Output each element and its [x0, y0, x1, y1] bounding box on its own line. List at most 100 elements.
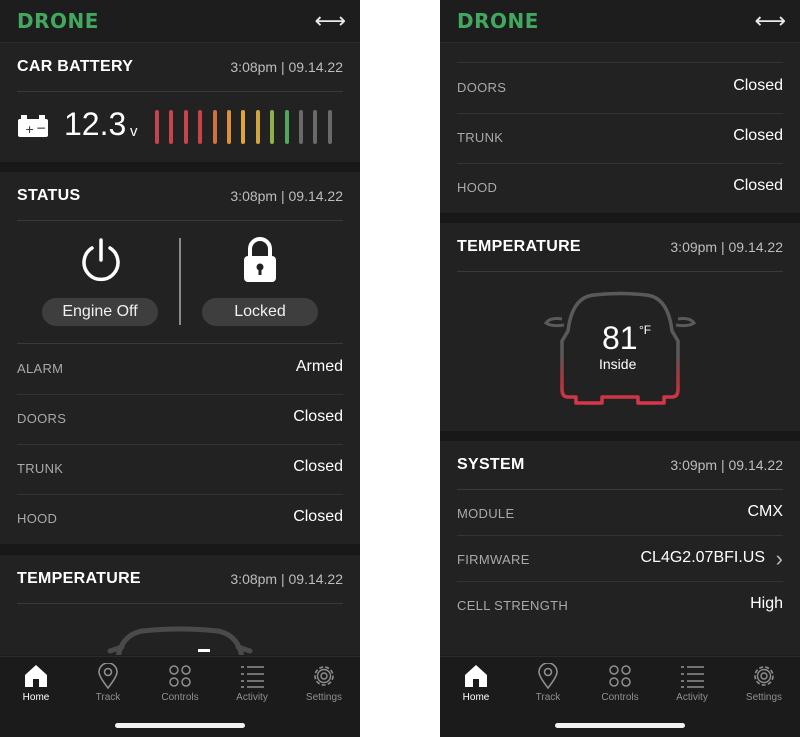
- home-indicator[interactable]: [115, 723, 245, 728]
- battery-bar-segment: [327, 110, 332, 144]
- status-row-hood: HOOD Closed: [457, 163, 783, 213]
- system-row-module: MODULE CMX: [457, 489, 783, 536]
- horizontal-arrows-icon[interactable]: ⟷: [314, 8, 346, 34]
- row-label: TRUNK: [17, 461, 64, 476]
- card-title: SYSTEM: [457, 456, 525, 473]
- tab-label: Activity: [236, 692, 268, 703]
- temperature-card: TEMPERATURE 3:08pm | 09.14.22: [0, 555, 360, 655]
- controls-icon: [609, 665, 631, 687]
- temperature-card: TEMPERATURE 3:09pm | 09.14.22 81 °F Insi…: [440, 223, 800, 431]
- card-header: TEMPERATURE 3:08pm | 09.14.22: [17, 555, 343, 604]
- row-label: TRUNK: [457, 130, 504, 145]
- card-timestamp: 3:08pm | 09.14.22: [230, 59, 343, 75]
- battery-bar-segment: [255, 110, 260, 144]
- map-pin-icon: [538, 663, 558, 689]
- card-timestamp: 3:08pm | 09.14.22: [230, 571, 343, 587]
- tab-activity[interactable]: Activity: [216, 663, 288, 703]
- home-icon: [465, 665, 487, 687]
- svg-text:−: −: [36, 121, 46, 135]
- card-timestamp: 3:09pm | 09.14.22: [670, 457, 783, 473]
- controls-icon: [169, 665, 191, 687]
- system-row-cell-strength: CELL STRENGTH High: [457, 581, 783, 627]
- brand-logo: DRONE: [17, 9, 99, 33]
- row-label: ALARM: [17, 361, 64, 376]
- temperature-value: 81: [602, 320, 638, 356]
- top-bar: DRONE ⟷: [440, 0, 800, 43]
- row-label: HOOD: [17, 511, 58, 526]
- row-value: Closed: [293, 508, 343, 525]
- section-gap: [0, 544, 360, 555]
- status-card: STATUS 3:08pm | 09.14.22 Engine Off Lock…: [0, 172, 360, 544]
- engine-status-button[interactable]: Engine Off: [42, 298, 158, 326]
- battery-level-bars: [155, 110, 340, 144]
- row-label: MODULE: [457, 506, 515, 521]
- gear-icon: [314, 666, 334, 686]
- row-label: FIRMWARE: [457, 552, 530, 567]
- home-content-scrolled[interactable]: DOORS Closed TRUNK Closed HOOD Closed TE…: [440, 43, 800, 655]
- home-indicator[interactable]: [555, 723, 685, 728]
- tab-activity[interactable]: Activity: [656, 663, 728, 703]
- home-icon: [25, 665, 47, 687]
- tab-label: Home: [22, 692, 50, 703]
- card-header: CAR BATTERY 3:08pm | 09.14.22: [17, 43, 343, 92]
- battery-unit: v: [130, 123, 138, 140]
- row-value: Closed: [293, 408, 343, 425]
- home-content[interactable]: CAR BATTERY 3:08pm | 09.14.22 + − 12.3 v…: [0, 43, 360, 655]
- svg-text:+: +: [25, 123, 34, 136]
- tab-label: Controls: [161, 692, 199, 703]
- tab-home[interactable]: Home: [440, 663, 512, 703]
- tab-track[interactable]: Track: [512, 663, 584, 703]
- card-title: STATUS: [17, 187, 81, 204]
- tab-label: Settings: [305, 692, 343, 703]
- battery-bar-segment: [212, 110, 217, 144]
- tab-label: Track: [535, 692, 561, 703]
- battery-bar-segment: [183, 110, 188, 144]
- status-row-doors: DOORS Closed: [457, 63, 783, 114]
- tab-label: Activity: [676, 692, 708, 703]
- status-row-alarm: ALARM Armed: [17, 344, 343, 395]
- row-value: Closed: [733, 77, 783, 94]
- battery-bar-segment: [299, 110, 303, 144]
- top-bar: DRONE ⟷: [0, 0, 360, 43]
- battery-bar-segment: [313, 110, 318, 144]
- tab-settings[interactable]: Settings: [288, 663, 360, 703]
- car-battery-card: CAR BATTERY 3:08pm | 09.14.22 + − 12.3 v: [0, 43, 360, 162]
- status-divider: [179, 238, 181, 325]
- temperature-location: Inside: [599, 356, 637, 372]
- chevron-right-icon[interactable]: ›: [776, 546, 783, 572]
- system-row-firmware[interactable]: FIRMWARE CL4G2.07BFI.US ›: [457, 535, 783, 582]
- list-icon: [681, 666, 704, 688]
- phone-screen-right: DRONE ⟷ DOORS Closed TRUNK Closed HOOD C…: [440, 0, 800, 737]
- row-value: Armed: [295, 358, 343, 375]
- lock-control[interactable]: Locked: [200, 236, 320, 326]
- gear-icon: [754, 666, 774, 686]
- tab-controls[interactable]: Controls: [144, 663, 216, 703]
- tab-controls[interactable]: Controls: [584, 663, 656, 703]
- car-outline-icon: [107, 626, 253, 655]
- status-row-trunk: TRUNK Closed: [17, 444, 343, 495]
- card-timestamp: 3:08pm | 09.14.22: [230, 188, 343, 204]
- card-title: TEMPERATURE: [17, 570, 141, 587]
- battery-bar-segment: [198, 110, 203, 144]
- power-icon: [82, 238, 120, 282]
- row-label: HOOD: [457, 180, 498, 195]
- tab-home[interactable]: Home: [0, 663, 72, 703]
- battery-voltage: 12.3: [64, 106, 127, 142]
- row-value: Closed: [293, 458, 343, 475]
- section-gap: [440, 213, 800, 223]
- tab-label: Settings: [745, 692, 783, 703]
- card-title: TEMPERATURE: [457, 238, 581, 255]
- tab-settings[interactable]: Settings: [728, 663, 800, 703]
- engine-control[interactable]: Engine Off: [40, 236, 160, 326]
- row-value: Closed: [733, 177, 783, 194]
- card-header: TEMPERATURE 3:09pm | 09.14.22: [457, 223, 783, 272]
- battery-bar-segment: [241, 110, 246, 144]
- card-header: STATUS 3:08pm | 09.14.22: [17, 172, 343, 221]
- row-value: High: [750, 595, 783, 612]
- horizontal-arrows-icon[interactable]: ⟷: [754, 8, 786, 34]
- brand-logo: DRONE: [457, 9, 539, 33]
- lock-status-button[interactable]: Locked: [202, 298, 318, 326]
- tab-track[interactable]: Track: [72, 663, 144, 703]
- row-label: CELL STRENGTH: [457, 598, 569, 613]
- tab-label: Home: [462, 692, 490, 703]
